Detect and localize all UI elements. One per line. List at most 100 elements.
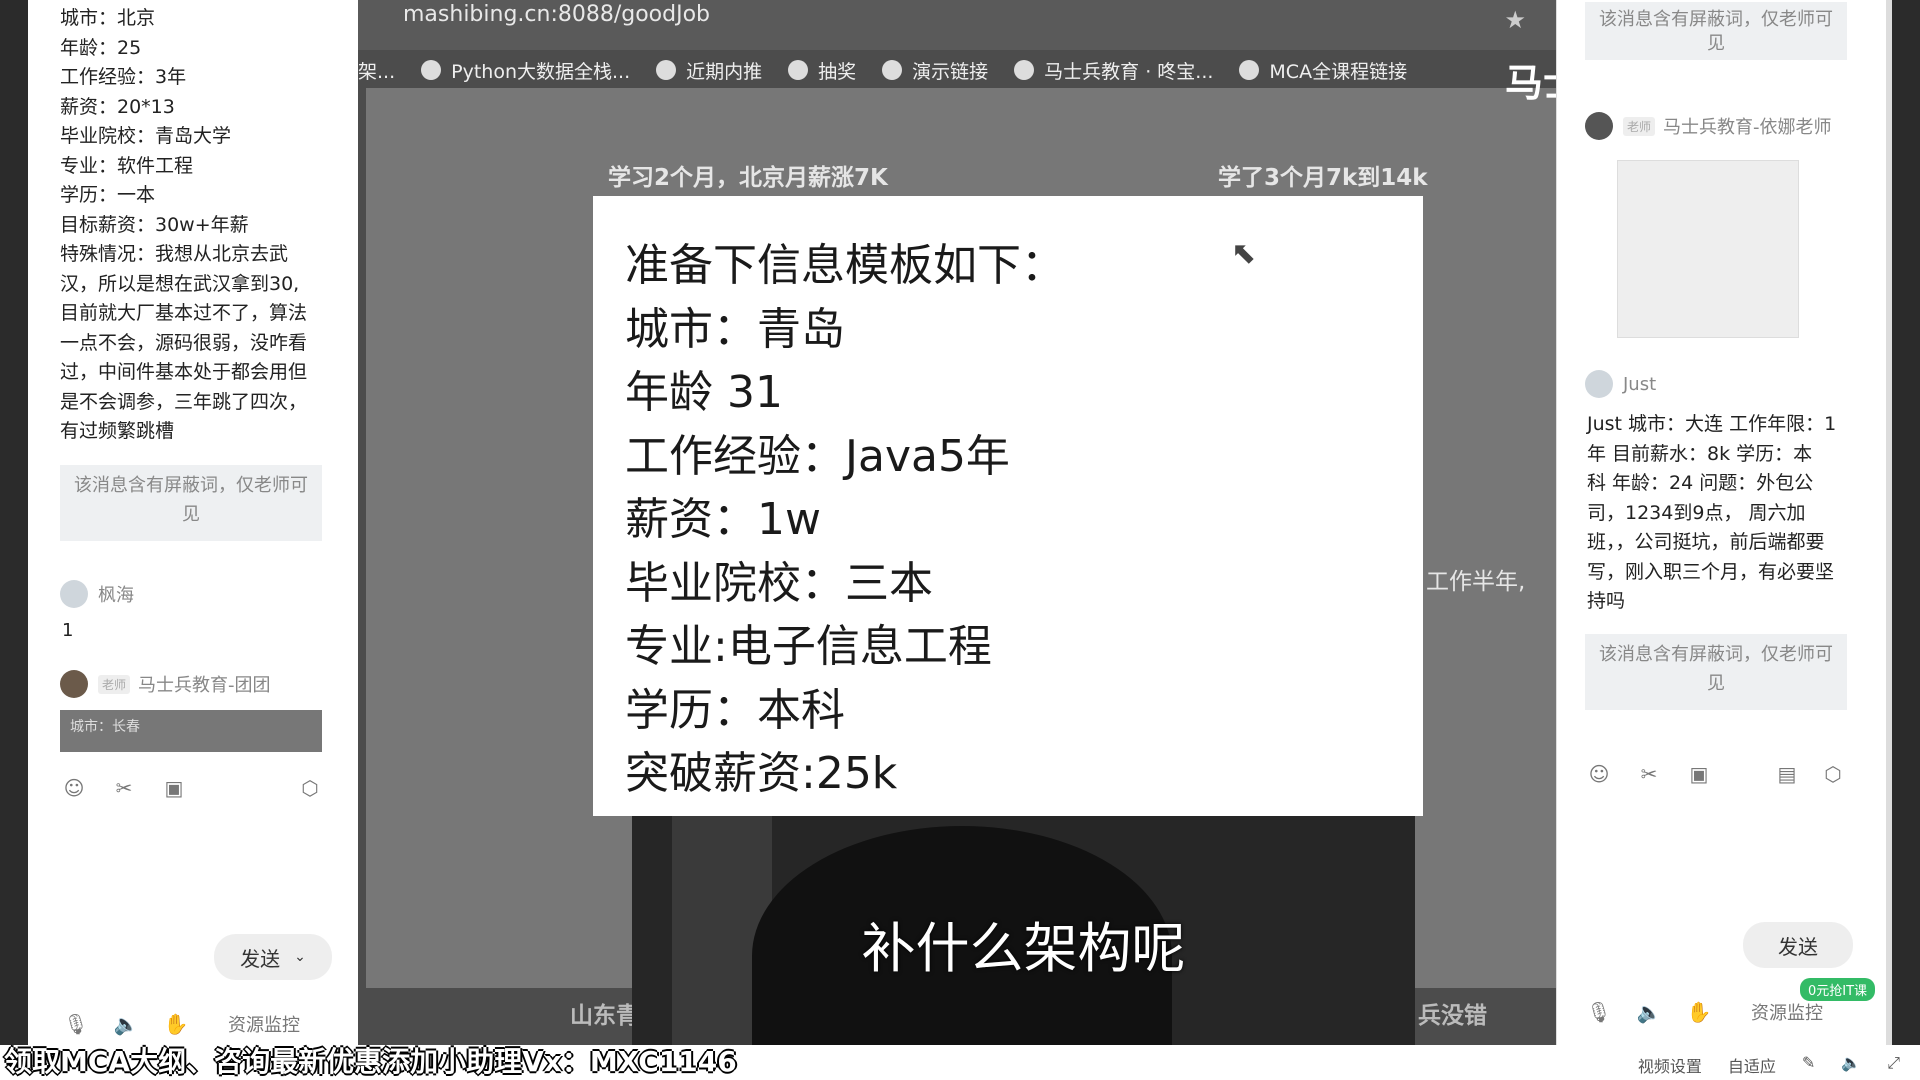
- message-line: 工作经验：3年: [60, 66, 187, 88]
- blocked-message-notice: 该消息含有屏蔽词，仅老师可见: [1585, 2, 1847, 60]
- fullscreen-icon[interactable]: ⤢: [1887, 1053, 1900, 1077]
- story-strip-right: 兵没错: [1418, 1003, 1487, 1029]
- bookmark-label: Python大数据全栈...: [451, 60, 631, 83]
- bookmark-item[interactable]: 架...: [358, 57, 395, 84]
- teacher-badge: 老师: [98, 674, 131, 694]
- bookmark-item[interactable]: 抽奖: [788, 57, 856, 84]
- teacher-name: 马士兵教育-团团: [138, 675, 271, 696]
- speaker-icon[interactable]: 🔈: [112, 1010, 140, 1038]
- chat-toolbar: ☺ ✂ ▣ ▤ ⬡: [1585, 760, 1847, 788]
- template-line: 年龄 31: [625, 367, 783, 418]
- template-line: 学历：本科: [625, 684, 845, 736]
- info-template-card: 准备下信息模板如下： 城市：青岛 年龄 31 工作经验：Java5年 薪资：1w…: [593, 196, 1423, 816]
- story-text-partial: 工作半年,: [1426, 569, 1526, 595]
- scissors-icon[interactable]: ✂: [1635, 760, 1663, 788]
- image-icon[interactable]: ▣: [1685, 760, 1713, 788]
- star-icon[interactable]: ★: [1504, 6, 1526, 34]
- bookmark-item[interactable]: 演示链接: [882, 57, 988, 84]
- blocked-message-notice: 该消息含有屏蔽词，仅老师可见: [1585, 634, 1847, 710]
- template-line: 准备下信息模板如下：: [625, 240, 1065, 291]
- message-line: 特殊情况：我想从北京去武: [60, 243, 289, 265]
- bookmark-item[interactable]: 马士兵教育 · 咚宝...: [1014, 57, 1213, 84]
- edit-icon[interactable]: ✎: [1802, 1053, 1815, 1077]
- message-line: 年 目前薪水：8k 学历：本: [1587, 442, 1813, 465]
- bookmark-label: 架...: [358, 60, 396, 83]
- message-line: Just 城市：大连 工作年限：1: [1587, 413, 1837, 435]
- user-name: 枫海: [98, 585, 134, 606]
- right-scrollbar[interactable]: [1886, 0, 1892, 1045]
- message-line: 一点不会，源码很弱，没咋看: [60, 331, 308, 354]
- chat-user-teacher-tuantuan[interactable]: 老师 马士兵教育-团团: [60, 670, 271, 698]
- settings-hex-icon[interactable]: ⬡: [1819, 760, 1847, 788]
- emoji-icon[interactable]: ☺: [1585, 760, 1613, 788]
- template-line: 专业:电子信息工程: [625, 621, 992, 672]
- promo-caption: 领取MCA大纲、咨询最新优惠添加小助理Vx：MXC1146: [4, 1045, 737, 1078]
- message-line: 薪资：20*13: [60, 95, 175, 118]
- chat-message-just: Just 城市：大连 工作年限：1 年 目前薪水：8k 学历：本 科 年龄：24…: [1587, 410, 1877, 617]
- hand-raise-icon[interactable]: ✋: [162, 1010, 190, 1038]
- bookmark-label: 近期内推: [686, 60, 763, 83]
- image-icon[interactable]: ▣: [160, 774, 188, 802]
- scissors-icon[interactable]: ✂: [110, 774, 138, 802]
- url-text[interactable]: mashibing.cn:8088/goodJob: [403, 2, 710, 27]
- teacher-avatar-icon: [1585, 112, 1613, 140]
- message-preview-image[interactable]: 城市：长春: [60, 710, 322, 752]
- right-bottom-bar: 🎙 🔈 ✋ 资源监控: [1585, 998, 1823, 1026]
- resource-monitor-link[interactable]: 资源监控: [228, 1011, 300, 1037]
- teacher-name: 马士兵教育-依娜老师: [1663, 117, 1832, 138]
- chat-image-thumbnail[interactable]: [1617, 160, 1799, 338]
- chat-user-fenghai[interactable]: 枫海: [60, 580, 134, 608]
- template-line: 薪资：1w: [625, 494, 821, 545]
- left-chat-panel: 城市：北京 年龄：25 工作经验：3年 薪资：20*13 毕业院校：青岛大学 专…: [28, 0, 359, 1045]
- browser-address-bar: mashibing.cn:8088/goodJob ★: [358, 0, 1556, 50]
- send-label: 发送: [1778, 934, 1818, 959]
- chat-toolbar: ☺ ✂ ▣ ⬡: [60, 774, 324, 802]
- story-heading-right[interactable]: 学了3个月7k到14k: [1218, 158, 1428, 192]
- message-line: 毕业院校：青岛大学: [60, 125, 232, 147]
- bookmark-item[interactable]: MCA全课程链接: [1239, 57, 1407, 84]
- resource-monitor-link[interactable]: 资源监控: [1751, 999, 1823, 1025]
- bookmark-label: 抽奖: [818, 60, 857, 83]
- speaker-icon[interactable]: 🔈: [1635, 998, 1663, 1026]
- emoji-icon[interactable]: ☺: [60, 774, 88, 802]
- chat-user-teacher-yina[interactable]: 老师 马士兵教育-依娜老师: [1585, 112, 1832, 140]
- bookmark-icon: [421, 60, 442, 80]
- bookmarks-bar: 架... Python大数据全栈... 近期内推 抽奖 演示链接 马士兵教育 ·…: [358, 52, 1556, 88]
- bookmark-item[interactable]: 近期内推: [656, 57, 762, 84]
- story-heading-left[interactable]: 学习2个月，北京月薪涨7K: [608, 158, 888, 192]
- chat-user-just[interactable]: Just: [1585, 370, 1656, 398]
- message-line: 汉，所以是想在武汉拿到30,: [60, 272, 300, 295]
- hand-raise-icon[interactable]: ✋: [1685, 998, 1713, 1026]
- video-settings-button[interactable]: 视频设置: [1638, 1053, 1702, 1077]
- send-button[interactable]: 发送 ⌄: [214, 934, 332, 980]
- message-line: 目前就大厂基本过不了，算法: [60, 302, 308, 324]
- promo-badge[interactable]: 0元抢IT课: [1800, 978, 1876, 1001]
- auto-fit-button[interactable]: 自适应: [1728, 1053, 1776, 1077]
- chat-message-student-info: 城市：北京 年龄：25 工作经验：3年 薪资：20*13 毕业院校：青岛大学 专…: [60, 4, 350, 447]
- message-line: 是不会调参，三年跳了四次，: [60, 390, 308, 413]
- bookmark-icon: [882, 60, 903, 80]
- mouse-cursor-icon: ⬉: [1231, 236, 1257, 271]
- message-line: 司，1234到9点， 周六加: [1587, 501, 1806, 524]
- message-line: 城市：北京: [60, 7, 156, 29]
- microphone-icon[interactable]: 🎙: [62, 1010, 90, 1038]
- template-line: 工作经验：Java5年: [625, 430, 1010, 482]
- bookmark-icon: [1239, 60, 1260, 80]
- blocked-message-notice: 该消息含有屏蔽词，仅老师可见: [60, 465, 322, 541]
- user-avatar-icon: [60, 580, 88, 608]
- send-button[interactable]: 发送: [1743, 922, 1853, 968]
- volume-icon[interactable]: 🔈: [1841, 1053, 1861, 1077]
- comment-icon[interactable]: ▤: [1773, 760, 1801, 788]
- template-line: 毕业院校：三本: [625, 557, 933, 609]
- teacher-badge: 老师: [1623, 116, 1656, 136]
- template-line: 城市：青岛: [625, 303, 845, 355]
- teacher-avatar-icon: [60, 670, 88, 698]
- microphone-icon[interactable]: 🎙: [1585, 998, 1613, 1026]
- bookmark-item[interactable]: Python大数据全栈...: [421, 57, 630, 84]
- bookmark-label: 马士兵教育 · 咚宝...: [1044, 60, 1214, 83]
- chevron-down-icon[interactable]: ⌄: [294, 949, 306, 965]
- message-line: 写，刚入职三个月，有必要坚: [1587, 560, 1835, 583]
- bookmark-icon: [1014, 60, 1035, 80]
- message-line: 有过频繁跳槽: [60, 420, 175, 442]
- settings-hex-icon[interactable]: ⬡: [296, 774, 324, 802]
